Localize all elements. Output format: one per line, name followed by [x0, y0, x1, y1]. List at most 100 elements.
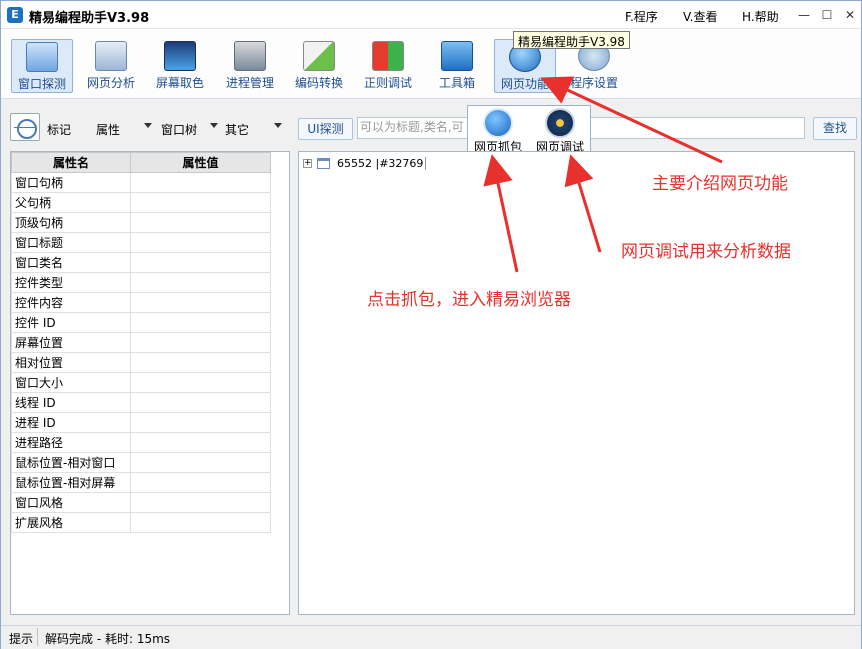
property-value	[130, 192, 271, 213]
property-value	[130, 252, 271, 273]
table-row[interactable]: 顶级句柄	[11, 212, 271, 233]
app-window: E 精易编程助手V3.98 F.程序 V.查看 H.帮助 — ☐ ✕ 窗口探测 …	[0, 0, 862, 649]
property-value	[130, 272, 271, 293]
tool-label: 屏幕取色	[155, 76, 204, 90]
property-value	[130, 512, 271, 533]
search-button[interactable]: 查找	[813, 117, 857, 140]
table-row[interactable]: 线程 ID	[11, 392, 271, 413]
window-tree-dropdown[interactable]: 窗口树	[161, 121, 197, 138]
annotation-debug: 网页调试用来分析数据	[621, 242, 791, 262]
tool-label: 编码转换	[294, 76, 343, 90]
table-row[interactable]: 窗口句柄	[11, 172, 271, 193]
tool-label: 工具箱	[438, 76, 475, 90]
property-value	[130, 472, 271, 493]
property-dropdown[interactable]: 属性	[96, 121, 120, 138]
table-row[interactable]: 控件类型	[11, 272, 271, 293]
property-name: 控件内容	[11, 292, 131, 313]
window-tree-panel: + 65552 |#32769	[298, 151, 855, 615]
status-divider	[37, 628, 38, 646]
menu-view[interactable]: V.查看	[683, 8, 717, 25]
property-name: 线程 ID	[11, 392, 131, 413]
minimize-button[interactable]: —	[796, 7, 812, 23]
menu-item-packet-capture[interactable]: 网页抓包	[470, 108, 526, 156]
property-name: 屏幕位置	[11, 332, 131, 353]
property-value	[130, 352, 271, 373]
table-row[interactable]: 窗口风格	[11, 492, 271, 513]
tool-label: 程序设置	[569, 76, 618, 90]
toolbox-icon	[441, 41, 473, 71]
property-value	[130, 232, 271, 253]
window-probe-icon	[26, 42, 58, 72]
window-icon	[316, 157, 330, 169]
web-analysis-icon	[95, 41, 127, 71]
table-row[interactable]: 鼠标位置-相对屏幕	[11, 472, 271, 493]
property-name: 窗口大小	[11, 372, 131, 393]
property-name: 进程路径	[11, 432, 131, 453]
property-value	[130, 292, 271, 313]
table-row[interactable]: 扩展风格	[11, 512, 271, 533]
tool-regex-debug[interactable]: 正则调试	[357, 39, 419, 93]
status-bar: 提示 解码完成 - 耗时: 15ms	[1, 625, 861, 649]
column-header-name: 属性名	[11, 152, 131, 173]
tool-window-probe[interactable]: 窗口探测	[11, 39, 73, 93]
table-row[interactable]: 进程 ID	[11, 412, 271, 433]
table-row[interactable]: 窗口标题	[11, 232, 271, 253]
process-manager-icon	[234, 41, 266, 71]
property-value	[130, 312, 271, 333]
property-name: 父句柄	[11, 192, 131, 213]
table-row[interactable]: 窗口大小	[11, 372, 271, 393]
chevron-down-icon[interactable]	[274, 123, 282, 128]
property-table: 属性名 属性值 窗口句柄 父句柄 顶级句柄 窗口标题 窗口类名 控件类型 控件内容 控件 ID…	[11, 152, 271, 533]
table-row[interactable]: 鼠标位置-相对窗口	[11, 452, 271, 473]
packet-capture-icon	[483, 108, 513, 138]
chevron-down-icon[interactable]	[144, 123, 152, 128]
table-row[interactable]: 控件 ID	[11, 312, 271, 333]
tooltip: 精易编程助手V3.98	[513, 31, 630, 49]
tool-screen-color[interactable]: 屏幕取色	[149, 39, 211, 93]
property-value	[130, 452, 271, 473]
status-message: 解码完成 - 耗时: 15ms	[45, 632, 171, 646]
property-panel: 属性名 属性值 窗口句柄 父句柄 顶级句柄 窗口标题 窗口类名 控件类型 控件内容 控件 ID…	[10, 151, 290, 615]
tool-toolbox[interactable]: 工具箱	[426, 39, 488, 93]
web-function-menu: 网页抓包 网页调试	[467, 105, 591, 157]
tool-encoding-convert[interactable]: 编码转换	[288, 39, 350, 93]
property-name: 相对位置	[11, 352, 131, 373]
app-logo-icon: E	[7, 7, 23, 23]
property-name: 窗口风格	[11, 492, 131, 513]
close-button[interactable]: ✕	[842, 7, 858, 23]
menu-program[interactable]: F.程序	[625, 8, 658, 25]
table-row[interactable]: 相对位置	[11, 352, 271, 373]
chevron-down-icon[interactable]	[210, 123, 218, 128]
table-row[interactable]: 屏幕位置	[11, 332, 271, 353]
tree-node[interactable]: + 65552 |#32769	[303, 156, 427, 170]
encoding-convert-icon	[303, 41, 335, 71]
mark-label: 标记	[47, 123, 72, 137]
main-toolbar: 窗口探测 网页分析 屏幕取色 进程管理 编码转换 正则调试 工具箱 网页功能 程…	[1, 29, 861, 99]
tool-process-manager[interactable]: 进程管理	[219, 39, 281, 93]
menu-help[interactable]: H.帮助	[742, 8, 779, 25]
table-row[interactable]: 控件内容	[11, 292, 271, 313]
annotation-main: 主要介绍网页功能	[652, 174, 788, 194]
tool-label: 网页分析	[86, 76, 135, 90]
property-name: 扩展风格	[11, 512, 131, 533]
property-name: 顶级句柄	[11, 212, 131, 233]
screen-color-icon	[164, 41, 196, 71]
table-row[interactable]: 进程路径	[11, 432, 271, 453]
tool-web-analysis[interactable]: 网页分析	[80, 39, 142, 93]
property-value	[130, 412, 271, 433]
crosshair-icon[interactable]	[10, 113, 40, 141]
search-row: 标记 属性 窗口树 其它 UI探测 可以为标题,类名,可 查找	[1, 101, 861, 149]
table-row[interactable]: 窗口类名	[11, 252, 271, 273]
property-name: 窗口类名	[11, 252, 131, 273]
table-row[interactable]: 父句柄	[11, 192, 271, 213]
other-dropdown[interactable]: 其它	[225, 121, 249, 138]
ui-probe-button[interactable]: UI探测	[298, 118, 353, 140]
expand-icon[interactable]: +	[303, 158, 312, 168]
annotation-capture: 点击抓包，进入精易浏览器	[367, 290, 571, 310]
tool-label: 进程管理	[225, 76, 274, 90]
maximize-button[interactable]: ☐	[819, 7, 835, 23]
property-name: 鼠标位置-相对窗口	[11, 452, 131, 473]
menu-item-web-debug[interactable]: 网页调试	[532, 108, 588, 156]
tree-node-label: 65552 |#32769	[337, 156, 427, 170]
property-value	[130, 372, 271, 393]
